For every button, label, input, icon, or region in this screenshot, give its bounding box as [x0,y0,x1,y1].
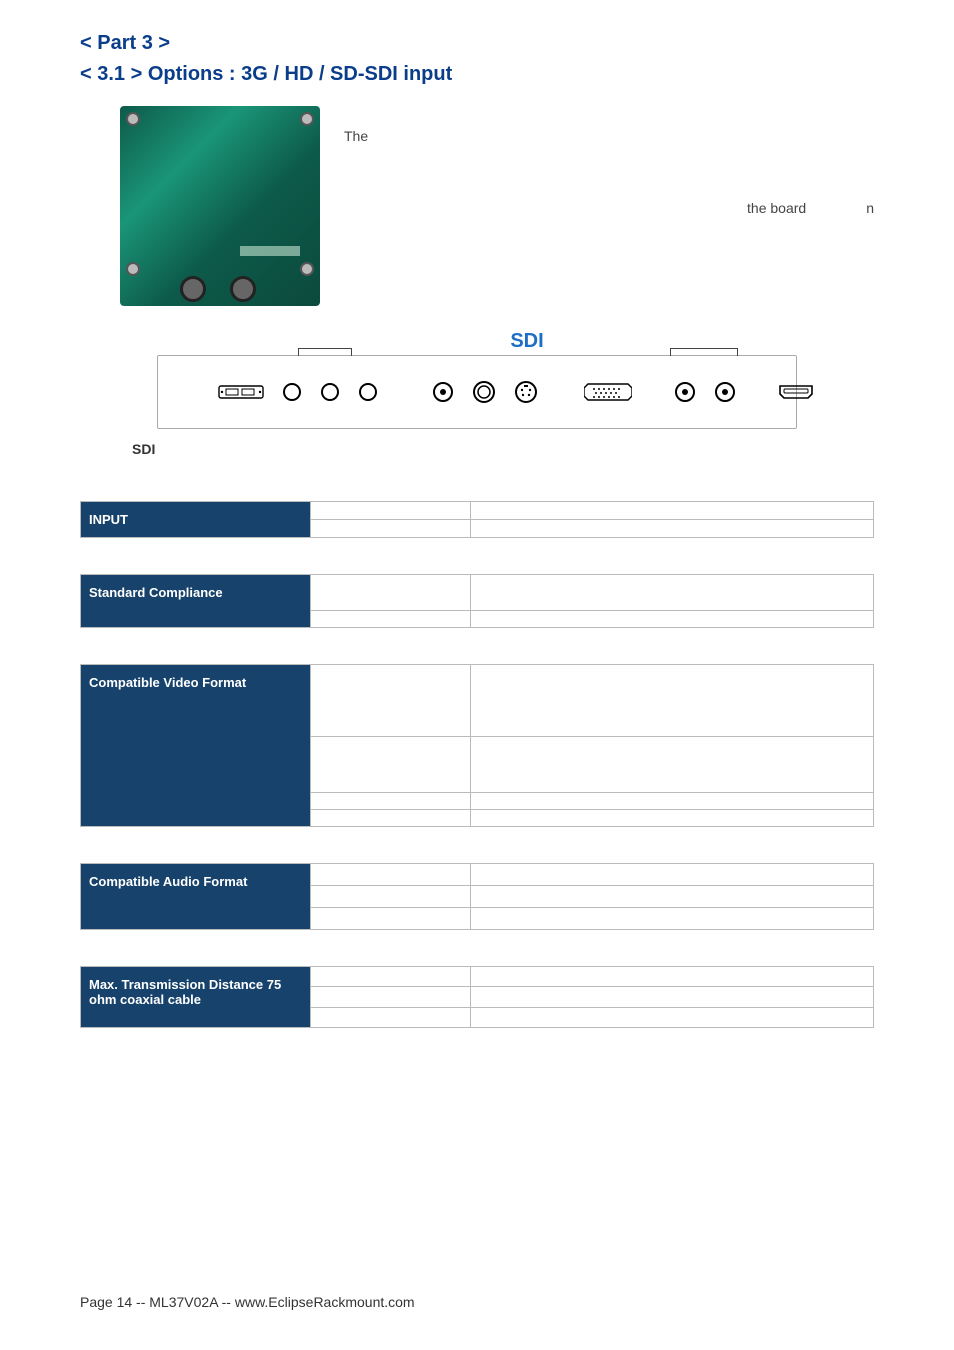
cell [311,520,471,538]
video-table: Compatible Video Format [80,664,874,827]
button-icon-3 [358,382,378,402]
distance-header: Max. Transmission Distance 75 ohm coaxia… [81,967,311,1028]
cell [311,611,471,628]
cell [311,575,471,611]
cell [471,886,874,908]
sdi-board-image [120,106,320,306]
intro-the: The [344,126,368,306]
intro-n: n [866,198,874,306]
cell [311,665,471,737]
cell [471,611,874,628]
cell [311,1007,471,1027]
cell [311,864,471,886]
sdi-diagram-label: SDI [487,330,567,353]
button-icon-1 [282,382,302,402]
intro-board: the board [747,198,806,306]
audio-header: Compatible Audio Format [81,864,311,930]
part-heading: < Part 3 > [80,32,874,55]
sdi-caption: SDI [132,441,874,457]
cell [311,908,471,930]
cell [471,502,874,520]
cell [471,967,874,987]
cell [311,967,471,987]
button-icon-2 [320,382,340,402]
cell [311,793,471,810]
distance-table: Max. Transmission Distance 75 ohm coaxia… [80,966,874,1028]
cell [471,1007,874,1027]
dvi-port-icon [218,382,264,402]
standard-table: Standard Compliance [80,574,874,628]
cell [471,908,874,930]
vga-port-icon [584,381,632,403]
cell [311,886,471,908]
bnc-icon-2 [472,380,496,404]
input-header: INPUT [81,502,311,538]
audio-table: Compatible Audio Format [80,863,874,930]
cell [471,520,874,538]
svideo-icon [514,380,538,404]
sdi-in-icon [674,381,696,403]
sdi-out-icon [714,381,736,403]
cell [471,810,874,827]
cell [311,737,471,793]
cell [311,987,471,1007]
cell [311,502,471,520]
cell [471,737,874,793]
video-header: Compatible Video Format [81,665,311,827]
rear-port-diagram [157,355,797,429]
section-heading: < 3.1 > Options : 3G / HD / SD-SDI input [80,63,874,86]
standard-header: Standard Compliance [81,575,311,628]
cell [471,665,874,737]
hdmi-port-icon [778,383,814,401]
input-table: INPUT [80,501,874,538]
cell [311,810,471,827]
page-footer: Page 14 -- ML37V02A -- www.EclipseRackmo… [80,1294,415,1310]
intro-text: The the board n [344,106,874,306]
cell [471,864,874,886]
cell [471,575,874,611]
cell [471,793,874,810]
cell [471,987,874,1007]
bnc-icon-1 [432,381,454,403]
